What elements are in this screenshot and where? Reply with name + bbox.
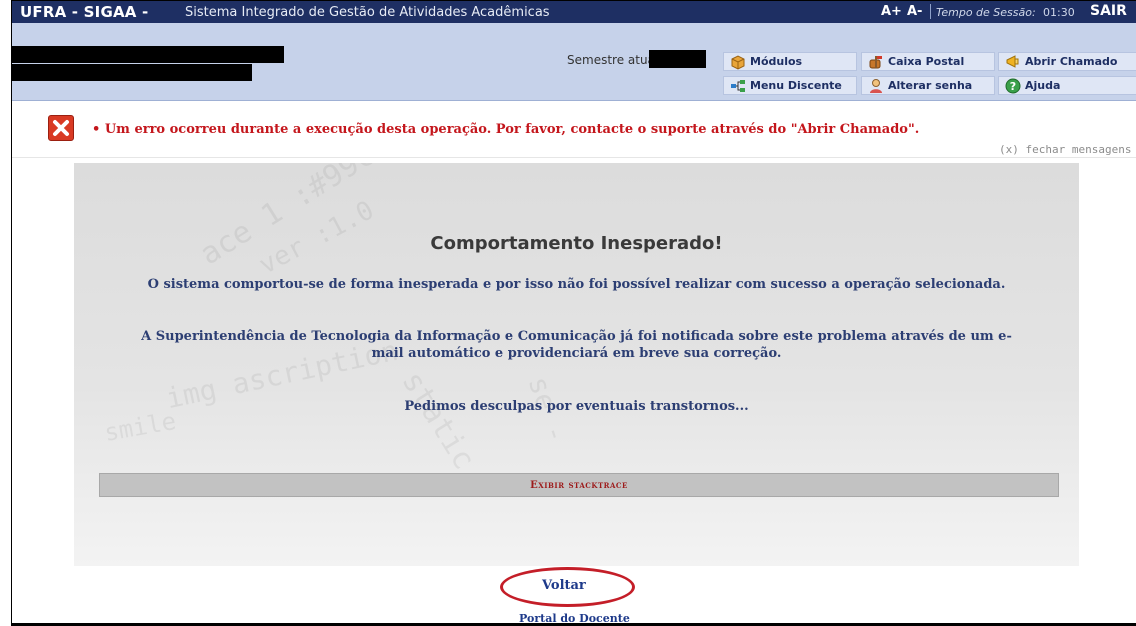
user-key-icon — [868, 78, 884, 94]
student-menu-label: Menu Discente — [750, 79, 842, 92]
app-description: Sistema Integrado de Gestão de Atividade… — [185, 5, 550, 20]
font-decrease-button[interactable]: A- — [907, 4, 922, 19]
menu-network-icon — [730, 78, 746, 94]
svg-text:?: ? — [1010, 80, 1016, 93]
redacted-user-name — [11, 46, 284, 63]
redacted-user-course — [11, 64, 252, 81]
error-panel: ace 1 :#99cc33 ver :1.0 img ascription s… — [74, 163, 1079, 566]
change-password-label: Alterar senha — [888, 79, 973, 92]
help-button[interactable]: ? Ajuda — [998, 76, 1136, 95]
user-info-bar: Semestre atual: Módulos Caixa Postal Abr… — [11, 23, 1136, 101]
session-separator — [930, 4, 931, 19]
background-watermark: ace 1 :#99cc33 — [193, 163, 427, 273]
open-ticket-button[interactable]: Abrir Chamado — [998, 52, 1136, 71]
modules-box-icon — [730, 54, 746, 70]
redacted-semester-value — [649, 50, 706, 68]
mailbox-icon — [868, 54, 884, 70]
close-messages-link[interactable]: (x) fechar mensagens — [999, 143, 1131, 156]
panel-paragraph-2: A Superintendência de Tecnologia da Info… — [141, 329, 1012, 361]
panel-title: Comportamento Inesperado! — [430, 233, 723, 254]
frame-border-left — [11, 0, 12, 626]
megaphone-icon — [1005, 54, 1021, 70]
font-increase-button[interactable]: A+ — [881, 4, 902, 19]
panel-paragraph-1: O sistema comportou-se de forma inespera… — [147, 277, 1006, 292]
session-timer: 01:30 — [1043, 6, 1075, 19]
top-header: UFRA - SIGAA - Sistema Integrado de Gest… — [11, 0, 1136, 23]
mailbox-button[interactable]: Caixa Postal — [861, 52, 995, 71]
app-name: UFRA - SIGAA - — [20, 3, 149, 21]
help-icon: ? — [1005, 78, 1021, 94]
change-password-button[interactable]: Alterar senha — [861, 76, 995, 95]
student-menu-button[interactable]: Menu Discente — [723, 76, 857, 95]
modules-label: Módulos — [750, 55, 803, 68]
open-ticket-label: Abrir Chamado — [1025, 55, 1118, 68]
message-divider — [11, 157, 1136, 158]
frame-border-top — [11, 0, 1136, 1]
page-frame: UFRA - SIGAA - Sistema Integrado de Gest… — [11, 0, 1136, 626]
error-message: • Um erro ocorreu durante a execução des… — [92, 122, 920, 137]
modules-button[interactable]: Módulos — [723, 52, 857, 71]
background-watermark: static — [394, 365, 482, 476]
show-stacktrace-label: Exibir stacktrace — [530, 479, 628, 491]
panel-paragraph-3: Pedimos desculpas por eventuais transtor… — [404, 399, 749, 414]
error-x-icon — [48, 115, 74, 141]
show-stacktrace-button[interactable]: Exibir stacktrace — [99, 473, 1059, 497]
mailbox-label: Caixa Postal — [888, 55, 965, 68]
back-link[interactable]: Voltar — [542, 578, 586, 593]
help-label: Ajuda — [1025, 79, 1061, 92]
session-label: Tempo de Sessão: — [936, 6, 1036, 19]
semester-label: Semestre atual: — [567, 53, 663, 67]
logout-button[interactable]: SAIR — [1090, 3, 1127, 19]
